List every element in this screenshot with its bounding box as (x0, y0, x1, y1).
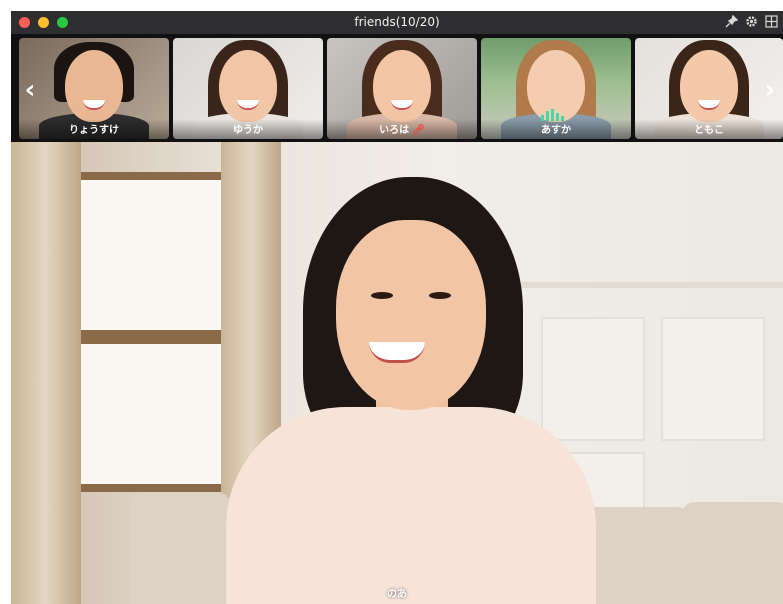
participant-tile[interactable]: ゆうか (173, 38, 323, 139)
mic-muted-icon: 🎤︎ (412, 125, 425, 136)
grid-icon[interactable] (764, 15, 779, 30)
participant-tile[interactable]: あすか (481, 38, 631, 139)
next-arrow-icon[interactable]: › (761, 76, 779, 104)
participant-name: ゆうか (233, 125, 263, 136)
video-call-window: friends(10/20) りょうすけ ゆうか いろは 🎤︎ あすか ともこ … (11, 11, 783, 604)
title-bar: friends(10/20) (11, 11, 783, 34)
participant-name: ともこ (694, 125, 724, 136)
window-title: friends(10/20) (354, 15, 440, 29)
participant-video (65, 50, 123, 122)
speaking-indicator-icon (541, 102, 571, 121)
participant-strip: りょうすけ ゆうか いろは 🎤︎ あすか ともこ ‹ › (11, 34, 783, 142)
participant-name: いろは 🎤︎ (379, 125, 425, 136)
prev-arrow-icon[interactable]: ‹ (21, 76, 39, 104)
participant-video (373, 50, 431, 122)
participant-video (680, 50, 738, 122)
speaker-video (226, 407, 596, 604)
speaker-name: のあ (387, 589, 407, 600)
main-video: のあ (11, 142, 783, 604)
participant-name: りょうすけ (69, 125, 119, 136)
participant-tile[interactable]: いろは 🎤︎ (327, 38, 477, 139)
participant-video (219, 50, 277, 122)
participant-name: あすか (541, 125, 571, 136)
gear-icon[interactable] (744, 15, 759, 30)
pin-icon[interactable] (724, 14, 739, 30)
participant-tile[interactable]: りょうすけ (19, 38, 169, 139)
